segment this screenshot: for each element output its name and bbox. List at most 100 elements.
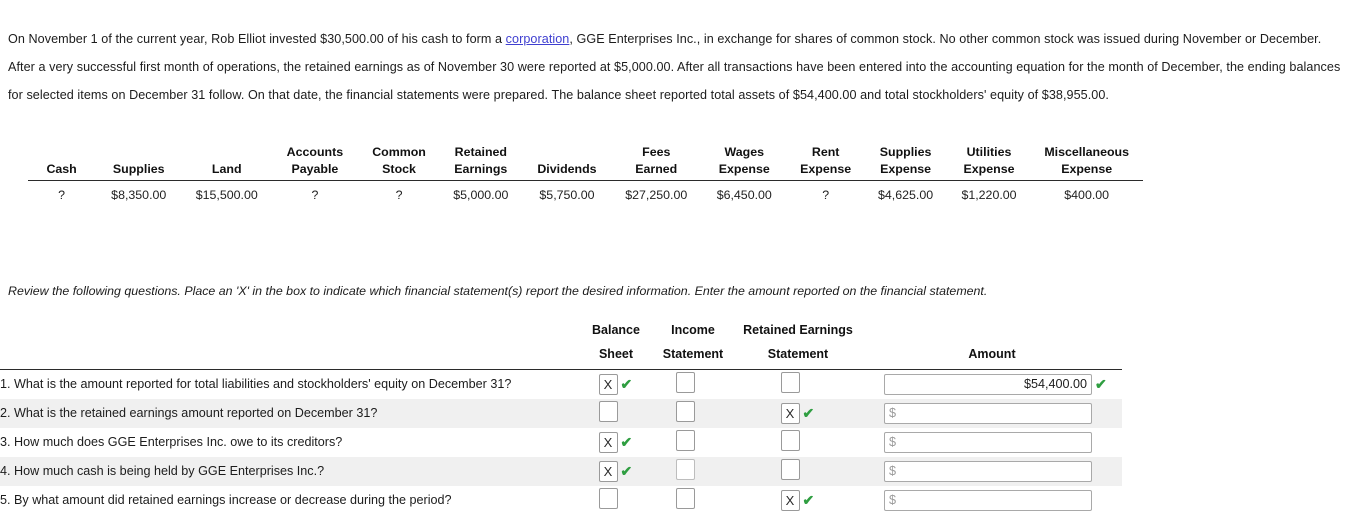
retained-earnings-checkbox[interactable] bbox=[780, 459, 800, 480]
retained-earnings-statement-cell bbox=[734, 457, 862, 486]
checkbox-group bbox=[598, 401, 634, 422]
retained-earnings-statement-cell bbox=[734, 370, 862, 399]
equation-col-header-line1: Miscellaneous bbox=[1044, 145, 1130, 159]
equation-col-header-line1: Common bbox=[372, 145, 426, 159]
questions-col-header-retained-earnings-statement: Retained Earnings Statement bbox=[734, 318, 862, 370]
equation-value-row: ? $8,350.00 $15,500.00 ? ? $5,000.00 $5,… bbox=[28, 181, 1143, 202]
question-label: 3. How much does GGE Enterprises Inc. ow… bbox=[0, 435, 343, 449]
equation-col-header-line2: Earnings bbox=[454, 162, 508, 176]
balance-sheet-cell: X ✔ bbox=[580, 457, 652, 486]
amount-input[interactable] bbox=[884, 431, 1092, 453]
equation-value-utilities-expense: $1,220.00 bbox=[961, 188, 1017, 202]
equation-col-header-line1: Wages bbox=[724, 145, 764, 159]
amount-input[interactable] bbox=[884, 489, 1092, 511]
amount-input[interactable] bbox=[884, 460, 1092, 482]
checkbox-group bbox=[780, 372, 816, 394]
balance-sheet-checkbox[interactable]: X bbox=[598, 431, 618, 453]
question-label: 4. How much cash is being held by GGE En… bbox=[0, 464, 325, 478]
check-icon: ✔ bbox=[620, 376, 633, 393]
corporation-link[interactable]: corporation bbox=[506, 32, 570, 46]
questions-col-header-question bbox=[0, 318, 580, 370]
income-statement-checkbox[interactable] bbox=[675, 401, 695, 422]
checkbox-group bbox=[598, 488, 634, 509]
amount-cell bbox=[862, 486, 1122, 515]
equation-col-header-line2: Earned bbox=[635, 162, 678, 176]
equation-col-header-miscellaneous-expense: Miscellaneous Expense bbox=[1030, 144, 1143, 181]
amount-cell bbox=[862, 399, 1122, 428]
questions-section: Balance Sheet Income Statement Retained Ea… bbox=[0, 318, 1122, 515]
checkbox-group bbox=[675, 430, 711, 451]
questions-table: Balance Sheet Income Statement Retained Ea… bbox=[0, 318, 1122, 515]
equation-col-header-line2: Land bbox=[211, 162, 242, 176]
income-statement-cell bbox=[652, 486, 734, 515]
amount-input[interactable] bbox=[884, 373, 1092, 395]
checkbox-group bbox=[675, 401, 711, 422]
equation-value-fees-earned: $27,250.00 bbox=[625, 188, 688, 202]
accounting-equation-table: Cash Supplies Land Accounts Payable Commo… bbox=[28, 144, 1143, 202]
header-line1: Retained Earnings bbox=[743, 323, 853, 337]
equation-value-dividends: $5,750.00 bbox=[539, 188, 595, 202]
intro-text-part1: On November 1 of the current year, Rob E… bbox=[8, 31, 506, 46]
equation-col-header-retained-earnings: Retained Earnings bbox=[439, 144, 523, 181]
instructions-text: Review the following questions. Place an… bbox=[8, 284, 988, 298]
header-line1: Income bbox=[671, 323, 715, 337]
equation-col-header-line2: Expense bbox=[1061, 162, 1113, 176]
equation-col-header-line2: Cash bbox=[46, 162, 77, 176]
equation-col-header-line2: Payable bbox=[291, 162, 339, 176]
checkbox-group bbox=[675, 488, 711, 509]
equation-col-header-accounts-payable: Accounts Payable bbox=[271, 144, 359, 181]
equation-value-rent-expense: ? bbox=[822, 188, 830, 202]
problem-statement: On November 1 of the current year, Rob E… bbox=[8, 25, 1348, 109]
equation-value-miscellaneous-expense: $400.00 bbox=[1064, 188, 1110, 202]
header-line2: Statement bbox=[767, 347, 829, 361]
retained-earnings-checkbox[interactable] bbox=[780, 430, 800, 451]
equation-header-row: Cash Supplies Land Accounts Payable Commo… bbox=[28, 144, 1143, 181]
income-statement-checkbox[interactable] bbox=[675, 459, 695, 480]
income-statement-checkbox[interactable] bbox=[675, 488, 695, 509]
checkbox-group bbox=[780, 459, 816, 480]
equation-col-header-supplies-expense: Supplies Expense bbox=[863, 144, 948, 181]
equation-value-retained-earnings: $5,000.00 bbox=[453, 188, 509, 202]
income-statement-cell bbox=[652, 399, 734, 428]
equation-value-supplies-expense: $4,625.00 bbox=[878, 188, 934, 202]
balance-sheet-cell: X ✔ bbox=[580, 370, 652, 399]
equation-value-wages-expense: $6,450.00 bbox=[716, 188, 772, 202]
checkbox-group: X ✔ bbox=[598, 431, 634, 453]
equation-col-header-common-stock: Common Stock bbox=[358, 144, 440, 181]
equation-value-common-stock: ? bbox=[395, 188, 403, 202]
equation-col-header-line2: Expense bbox=[963, 162, 1015, 176]
equation-col-header-dividends: Dividends bbox=[522, 144, 612, 181]
retained-earnings-checkbox[interactable]: X bbox=[780, 402, 800, 424]
checkbox-group: X ✔ bbox=[598, 373, 634, 395]
table-row: 5. By what amount did retained earnings … bbox=[0, 486, 1122, 515]
check-icon: ✔ bbox=[1095, 376, 1107, 393]
equation-col-header-line2: Dividends bbox=[537, 162, 597, 176]
equation-col-header-land: Land bbox=[182, 144, 272, 181]
equation-col-header-line1: Fees bbox=[642, 145, 671, 159]
amount-cell bbox=[862, 428, 1122, 457]
balance-sheet-checkbox[interactable] bbox=[598, 488, 618, 509]
amount-group bbox=[862, 402, 1122, 424]
retained-earnings-checkbox[interactable] bbox=[780, 372, 800, 394]
amount-cell: ✔ bbox=[862, 370, 1122, 399]
equation-col-header-line1: Rent bbox=[811, 145, 840, 159]
equation-col-header-rent-expense: Rent Expense bbox=[787, 144, 864, 181]
balance-sheet-checkbox[interactable] bbox=[598, 401, 618, 422]
balance-sheet-checkbox[interactable]: X bbox=[598, 373, 618, 395]
income-statement-checkbox[interactable] bbox=[675, 430, 695, 451]
income-statement-cell bbox=[652, 370, 734, 399]
retained-earnings-checkbox[interactable]: X bbox=[780, 489, 800, 511]
balance-sheet-cell bbox=[580, 486, 652, 515]
questions-col-header-balance-sheet: Balance Sheet bbox=[580, 318, 652, 370]
income-statement-checkbox[interactable] bbox=[675, 372, 695, 394]
questions-header-row: Balance Sheet Income Statement Retained Ea… bbox=[0, 318, 1122, 370]
amount-input[interactable] bbox=[884, 402, 1092, 424]
checkbox-group bbox=[675, 459, 711, 480]
table-row: 3. How much does GGE Enterprises Inc. ow… bbox=[0, 428, 1122, 457]
retained-earnings-statement-cell: X ✔ bbox=[734, 486, 862, 515]
balance-sheet-checkbox[interactable]: X bbox=[598, 460, 618, 482]
check-icon: ✔ bbox=[802, 405, 815, 421]
amount-group bbox=[862, 489, 1122, 511]
amount-group: ✔ bbox=[862, 373, 1122, 395]
check-icon: ✔ bbox=[620, 463, 633, 479]
